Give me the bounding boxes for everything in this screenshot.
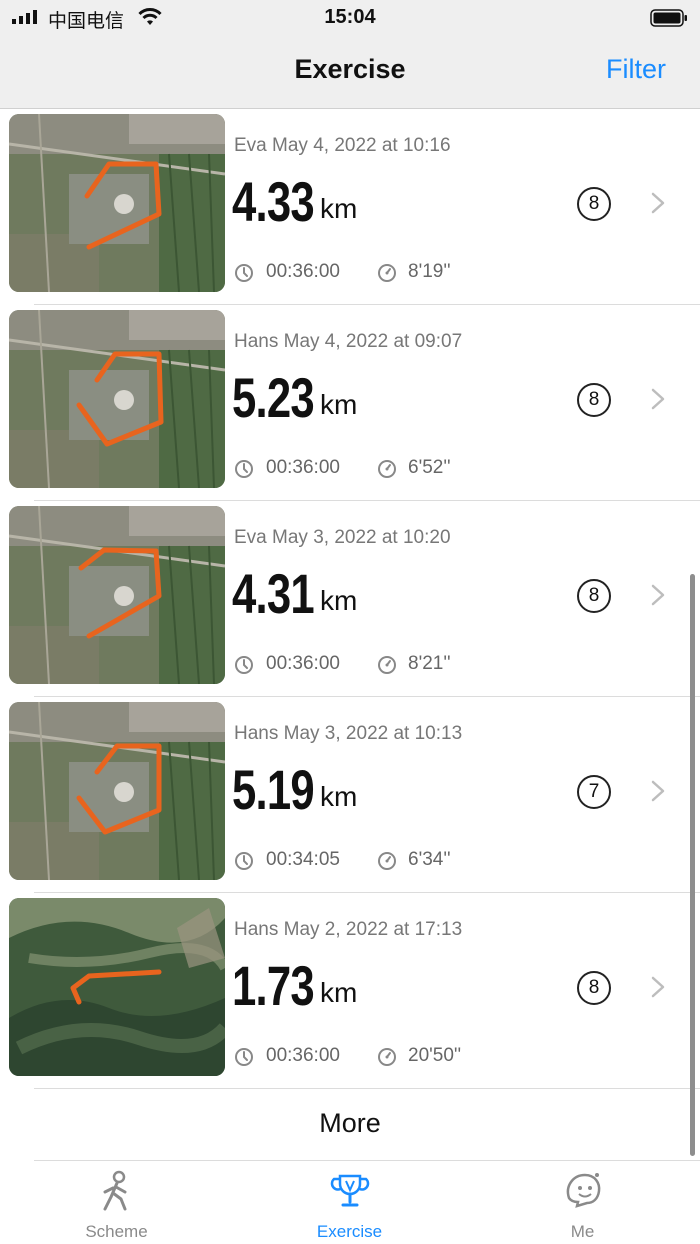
pace-value: 8'21'' (408, 653, 451, 674)
pace-value: 8'19'' (408, 261, 451, 282)
pace-gauge-icon (378, 656, 396, 674)
clock-icon (235, 1048, 253, 1066)
tab-me-label: Me (570, 1222, 595, 1241)
scrollbar[interactable] (690, 574, 695, 1156)
distance-unit: km (320, 585, 358, 616)
duration-value: 00:36:00 (266, 653, 340, 674)
tab-me[interactable]: Me (466, 1162, 699, 1244)
exercise-row[interactable]: Eva May 4, 2022 at 10:16 4.33 km 8 00:36… (0, 109, 700, 305)
chevron-right-icon (651, 780, 665, 802)
exercise-title: Eva May 4, 2022 at 10:16 (234, 135, 451, 156)
distance-unit: km (320, 781, 358, 812)
exercise-title: Hans May 3, 2022 at 10:13 (234, 723, 463, 744)
pace-value: 6'52'' (408, 457, 451, 478)
map-thumbnail (9, 506, 225, 684)
pace-value: 6'34'' (408, 849, 451, 870)
distance-value: 4.33 (232, 170, 315, 233)
battery-icon (650, 9, 687, 27)
tab-scheme-label: Scheme (85, 1222, 148, 1241)
runner-icon (103, 1170, 126, 1211)
tab-scheme[interactable]: Scheme (0, 1162, 233, 1244)
exercise-row[interactable]: Hans May 2, 2022 at 17:13 1.73 km 8 00:3… (0, 893, 700, 1089)
distance-unit: km (320, 389, 358, 420)
trophy-icon (330, 1174, 369, 1207)
more-label: More (319, 1108, 381, 1138)
exercise-title: Eva May 3, 2022 at 10:20 (234, 527, 451, 548)
more-button[interactable]: More (0, 1088, 700, 1162)
status-bar: 中国电信 15:04 (0, 0, 700, 36)
pace-value: 20'50'' (408, 1045, 462, 1066)
exercise-title: Hans May 2, 2022 at 17:13 (234, 919, 463, 940)
tab-exercise[interactable]: Exercise (233, 1162, 466, 1244)
duration-value: 00:36:00 (266, 457, 340, 478)
count-badge: 8 (577, 971, 611, 1005)
count-badge: 8 (577, 187, 611, 221)
count-badge: 8 (577, 383, 611, 417)
duration-value: 00:36:00 (266, 261, 340, 282)
filter-button[interactable]: Filter (606, 54, 666, 85)
map-thumbnail (9, 702, 225, 880)
map-thumbnail (9, 310, 225, 488)
distance-unit: km (320, 193, 358, 224)
chevron-right-icon (651, 388, 665, 410)
page-title: Exercise (294, 54, 406, 84)
divider (34, 1160, 700, 1161)
distance: 1.73 km (232, 953, 357, 1018)
distance: 4.33 km (232, 169, 357, 234)
pace-gauge-icon (378, 460, 396, 478)
clock-icon (235, 264, 253, 282)
map-thumbnail (9, 898, 225, 1076)
route-map-thumbnail (9, 310, 225, 488)
count-badge: 8 (577, 579, 611, 613)
clock-icon (235, 852, 253, 870)
exercise-list: Eva May 4, 2022 at 10:16 4.33 km 8 00:36… (0, 109, 700, 1089)
chevron-right-icon (651, 584, 665, 606)
route-map-thumbnail (9, 898, 225, 1076)
distance-value: 5.23 (232, 366, 315, 429)
navigation-bar: Exercise Filter (0, 36, 700, 109)
ghost-face-icon (566, 1173, 600, 1208)
clock-icon (235, 656, 253, 674)
distance: 4.31 km (232, 561, 357, 626)
route-map-thumbnail (9, 114, 225, 292)
distance-unit: km (320, 977, 358, 1008)
exercise-title: Hans May 4, 2022 at 09:07 (234, 331, 463, 352)
chevron-right-icon (651, 976, 665, 998)
exercise-row[interactable]: Hans May 4, 2022 at 09:07 5.23 km 8 00:3… (0, 305, 700, 501)
distance-value: 4.31 (232, 562, 315, 625)
status-time: 15:04 (324, 6, 376, 28)
duration-value: 00:36:00 (266, 1045, 340, 1066)
duration-value: 00:34:05 (266, 849, 340, 870)
exercise-row[interactable]: Eva May 3, 2022 at 10:20 4.31 km 8 00:36… (0, 501, 700, 697)
chevron-right-icon (651, 192, 665, 214)
map-thumbnail (9, 114, 225, 292)
count-badge: 7 (577, 775, 611, 809)
tab-bar: Scheme Exercise Me (0, 1162, 700, 1244)
clock-icon (235, 460, 253, 478)
route-map-thumbnail (9, 506, 225, 684)
distance-value: 5.19 (232, 758, 315, 821)
distance-value: 1.73 (232, 954, 315, 1017)
exercise-row[interactable]: Hans May 3, 2022 at 10:13 5.19 km 7 00:3… (0, 697, 700, 893)
distance: 5.19 km (232, 757, 357, 822)
tab-exercise-label: Exercise (316, 1222, 383, 1241)
distance: 5.23 km (232, 365, 357, 430)
pace-gauge-icon (378, 264, 396, 282)
pace-gauge-icon (378, 1048, 396, 1066)
pace-gauge-icon (378, 852, 396, 870)
route-map-thumbnail (9, 702, 225, 880)
